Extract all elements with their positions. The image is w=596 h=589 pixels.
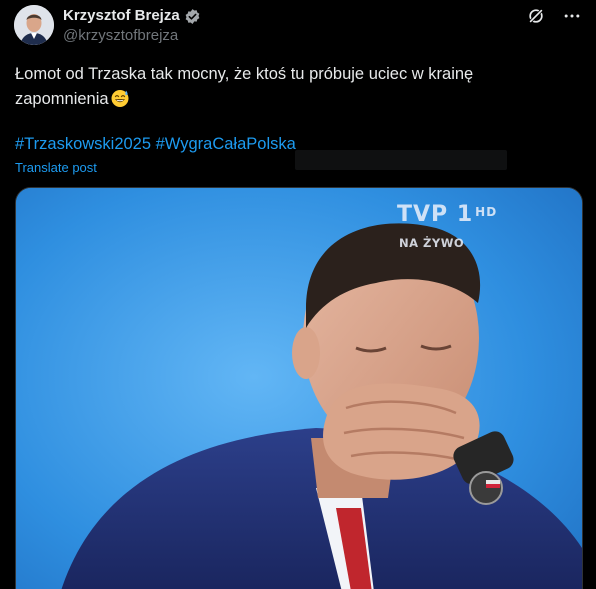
verified-badge-icon [184, 8, 201, 25]
sweat-smile-emoji-icon [110, 88, 130, 108]
avatar[interactable] [14, 5, 54, 45]
post-text-line-2: zapomnienia [15, 87, 575, 112]
post-text-line-1: Łomot od Trzaska tak mocny, że ktoś tu p… [15, 65, 474, 83]
author-name-row: Krzysztof Brejza [63, 7, 201, 25]
post-actions [526, 6, 582, 26]
tvp-logo-text: TVP [397, 202, 449, 227]
hashtags: #Trzaskowski2025 #WygraCałaPolska [15, 133, 296, 155]
hashtag-link[interactable]: #Trzaskowski2025 [15, 135, 151, 153]
tvp-channel-logo: TVP 1 HD [397, 201, 497, 226]
display-name[interactable]: Krzysztof Brejza [63, 7, 180, 25]
grok-icon[interactable] [526, 6, 546, 26]
live-label: NA ŻYWO [399, 236, 465, 250]
tvp-hd-label: HD [475, 205, 498, 219]
hashtag-link[interactable]: #WygraCałaPolska [156, 135, 296, 153]
tvp-channel-number: 1 [456, 202, 474, 227]
post-media-image[interactable]: TVP 1 HD NA ŻYWO [15, 187, 583, 589]
video-still [16, 188, 582, 589]
post-text: Łomot od Trzaska tak mocny, że ktoś tu p… [15, 62, 575, 112]
author-handle[interactable]: @krzysztofbrejza [63, 27, 178, 45]
post-text-line-2-text: zapomnienia [15, 90, 109, 108]
translate-post-link[interactable]: Translate post [15, 159, 97, 176]
overlay-bar [295, 150, 507, 170]
more-options-icon[interactable] [562, 6, 582, 26]
post: Krzysztof Brejza @krzysztofbrejza Łomot … [0, 0, 596, 589]
